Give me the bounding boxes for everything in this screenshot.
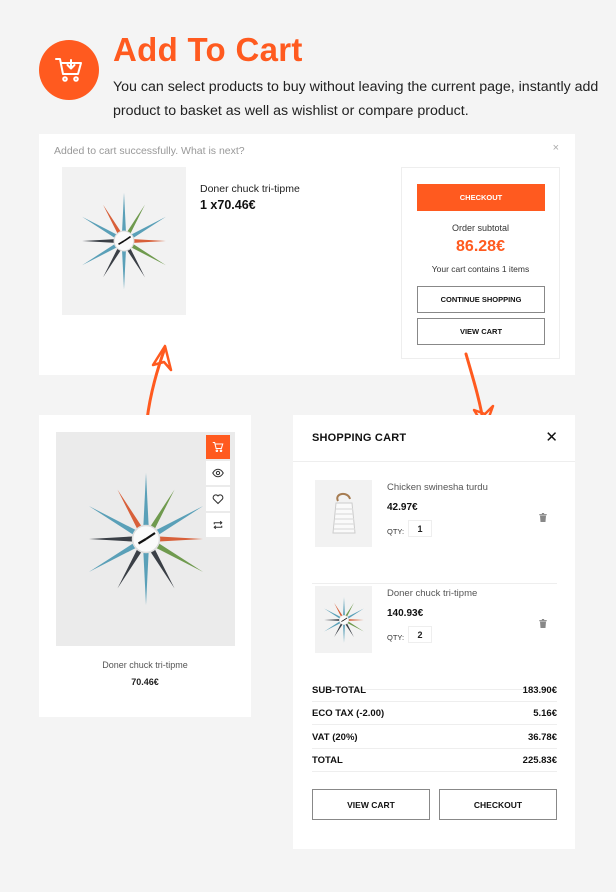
- add-to-cart-button[interactable]: [206, 435, 230, 459]
- divider: [293, 461, 575, 462]
- total-label: SUB-TOTAL: [312, 684, 367, 696]
- close-icon[interactable]: ×: [553, 142, 559, 154]
- compare-icon: [213, 520, 223, 530]
- popup-message: Added to cart successfully. What is next…: [54, 145, 245, 157]
- starburst-clock-image: [323, 596, 364, 643]
- total-label: VAT (20%): [312, 731, 358, 743]
- popup-product-name: Doner chuck tri-tipme: [200, 183, 300, 195]
- compare-button[interactable]: [206, 513, 230, 537]
- trash-icon: [539, 513, 547, 522]
- view-cart-button[interactable]: VIEW CART: [417, 318, 545, 345]
- continue-shopping-button[interactable]: CONTINUE SHOPPING: [417, 286, 545, 313]
- cart-download-icon: [39, 40, 99, 100]
- popup-product-qty-price: 1 x70.46€: [200, 198, 256, 212]
- lantern-image: [331, 492, 356, 533]
- close-icon[interactable]: ✕: [545, 428, 558, 446]
- heart-icon: [212, 494, 224, 505]
- product-image: [62, 167, 186, 315]
- cart-item: Chicken swinesha turdu 42.97€ QTY: 1: [312, 480, 557, 584]
- total-value: 225.83€: [522, 754, 557, 766]
- checkout-button[interactable]: CHECKOUT: [417, 184, 545, 211]
- page-description: You can select products to buy without l…: [113, 79, 599, 119]
- total-value: 5.16€: [533, 707, 557, 719]
- quick-view-button[interactable]: [206, 461, 230, 485]
- added-to-cart-popup: Added to cart successfully. What is next…: [39, 134, 575, 375]
- item-name[interactable]: Chicken swinesha turdu: [387, 482, 488, 493]
- item-price: 140.93€: [387, 608, 424, 619]
- qty-input[interactable]: 1: [408, 520, 432, 537]
- cart-title: SHOPPING CART: [312, 432, 407, 444]
- order-subtotal-value: 86.28€: [456, 238, 505, 255]
- view-cart-button[interactable]: VIEW CART: [312, 789, 430, 820]
- cart-count-text: Your cart contains 1 items: [431, 264, 530, 274]
- product-card[interactable]: Doner chuck tri-tipme 70.46€: [39, 415, 251, 717]
- shopping-cart-panel: SHOPPING CART ✕ Chicken swinesha turdu 4…: [293, 415, 575, 849]
- product-name[interactable]: Doner chuck tri-tipme: [39, 660, 251, 670]
- page-title: Add To Cart: [113, 31, 303, 68]
- total-value: 36.78€: [527, 731, 557, 743]
- popup-summary: CHECKOUT Order subtotal 86.28€ Your cart…: [401, 167, 560, 359]
- total-label: TOTAL: [312, 754, 343, 766]
- eye-icon: [212, 468, 224, 478]
- subtotal-row: SUB-TOTAL 183.90€: [312, 679, 557, 702]
- qty-label: QTY:: [387, 527, 405, 536]
- total-row: TOTAL 225.83€: [312, 749, 557, 772]
- item-price: 42.97€: [387, 502, 418, 513]
- qty-label: QTY:: [387, 633, 405, 642]
- order-subtotal-label: Order subtotal: [451, 223, 510, 233]
- total-value: 183.90€: [522, 684, 557, 696]
- delete-item-button[interactable]: [539, 615, 547, 633]
- total-label: ECO TAX (-2.00): [312, 707, 385, 719]
- item-image: [315, 586, 372, 653]
- item-name[interactable]: Doner chuck tri-tipme: [387, 588, 477, 599]
- wishlist-button[interactable]: [206, 487, 230, 511]
- qty-input[interactable]: 2: [408, 626, 432, 643]
- arrow-up-icon: [145, 344, 173, 422]
- cart-icon: [212, 441, 224, 453]
- product-price: 70.46€: [131, 677, 159, 687]
- vat-row: VAT (20%) 36.78€: [312, 726, 557, 749]
- item-image: [315, 480, 372, 547]
- checkout-button[interactable]: CHECKOUT: [439, 789, 557, 820]
- eco-tax-row: ECO TAX (-2.00) 5.16€: [312, 702, 557, 725]
- product-actions: [206, 435, 230, 539]
- cart-item: Doner chuck tri-tipme 140.93€ QTY: 2: [312, 586, 557, 690]
- delete-item-button[interactable]: [539, 509, 547, 527]
- starburst-clock-image: [82, 192, 166, 290]
- starburst-clock-image: [88, 473, 203, 605]
- trash-icon: [539, 619, 547, 628]
